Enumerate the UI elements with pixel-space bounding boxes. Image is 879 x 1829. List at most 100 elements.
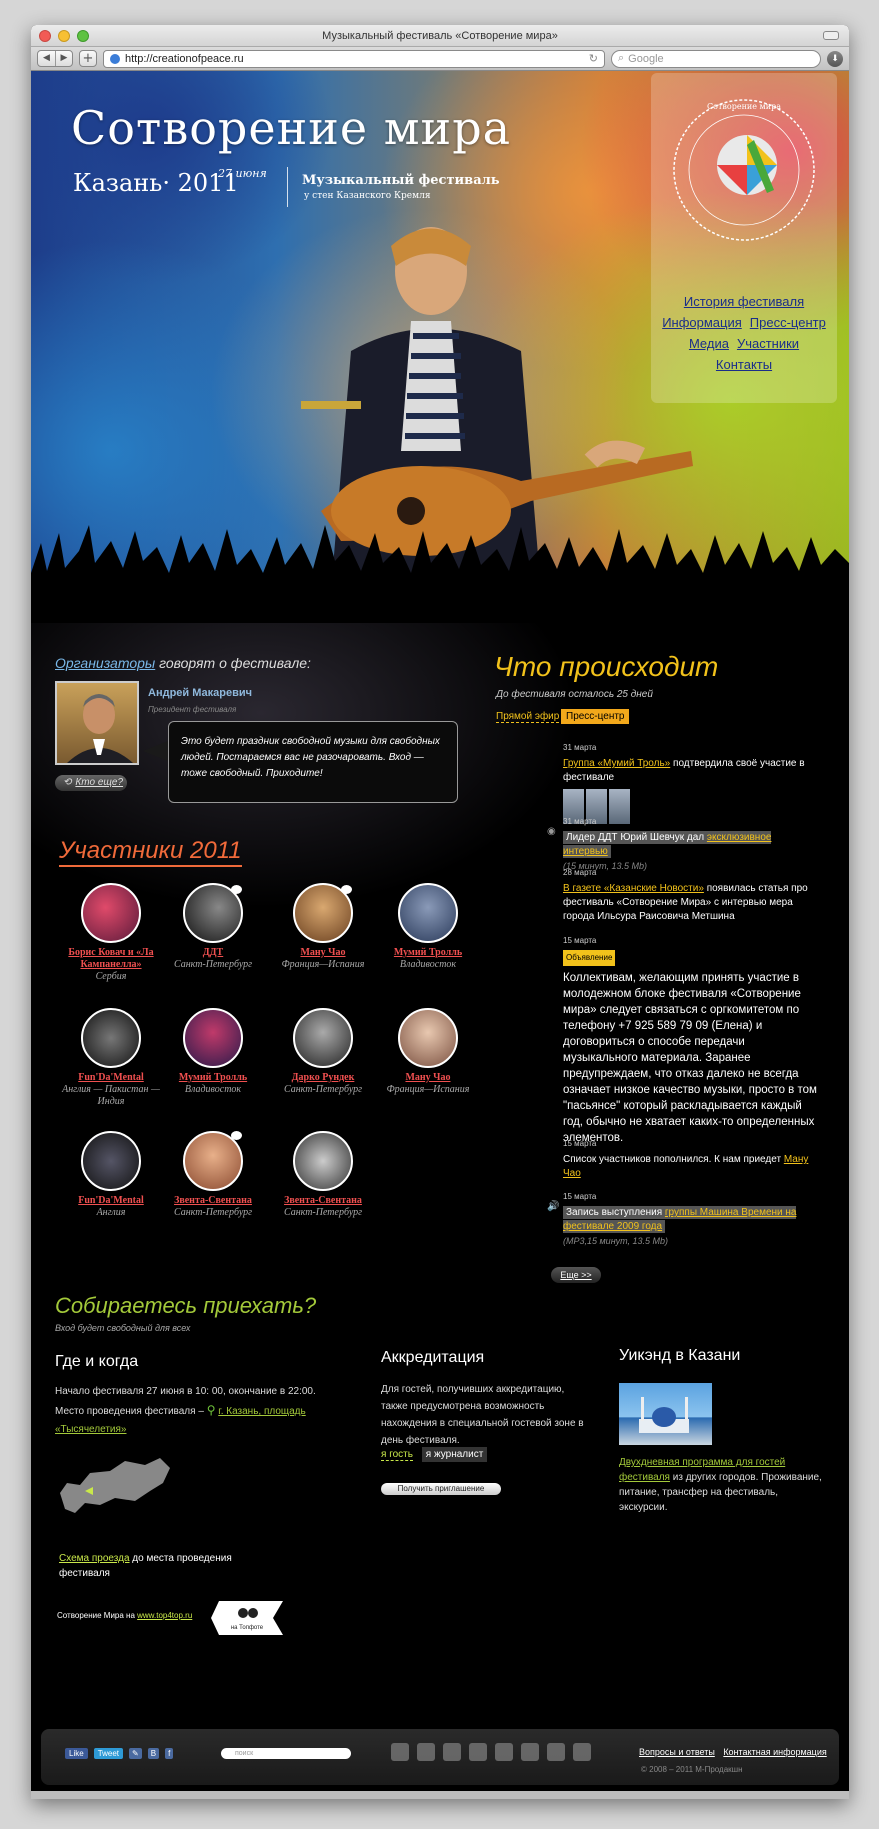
artist-name[interactable]: Мумий Тролль bbox=[163, 1072, 263, 1084]
comment-bubble-icon[interactable] bbox=[231, 1131, 242, 1140]
livejournal-icon[interactable]: ✎ bbox=[129, 1748, 142, 1759]
tab-press[interactable]: Пресс-центр bbox=[561, 709, 630, 724]
window-title: Музыкальный фестиваль «Сотворение мира» bbox=[322, 30, 558, 42]
visit-title: Собираетесь приехать? bbox=[55, 1293, 317, 1318]
artist-photo bbox=[81, 1131, 141, 1191]
artist-card[interactable]: Звента-Свентана Санкт-Петербург bbox=[273, 1131, 373, 1219]
artist-card[interactable]: ДДТ Санкт-Петербург bbox=[163, 883, 263, 971]
more-organizers-button[interactable]: ⟲ Кто еще? bbox=[55, 775, 127, 791]
eye-icon: ◉ bbox=[547, 826, 556, 837]
festival-logo: Сотворение мира bbox=[673, 99, 815, 241]
sponsor-logo[interactable] bbox=[443, 1743, 461, 1761]
more-news-button[interactable]: Еще >> bbox=[551, 1267, 601, 1283]
sponsor-logo[interactable] bbox=[391, 1743, 409, 1761]
address-bar[interactable]: http://creationofpeace.ru ↻ bbox=[103, 49, 605, 68]
artist-name[interactable]: ДДТ bbox=[163, 947, 263, 959]
main-navigation-panel: Сотворение мира История фестиваля Информ… bbox=[651, 73, 837, 403]
participants-title[interactable]: Участники 2011 bbox=[59, 837, 242, 867]
browser-window: Музыкальный фестиваль «Сотворение мира» … bbox=[31, 25, 849, 1799]
facebook-icon[interactable]: f bbox=[165, 1748, 174, 1759]
news-link[interactable]: Группа «Мумий Троль» bbox=[563, 758, 670, 769]
artist-name[interactable]: Fun'Da'Mental bbox=[61, 1195, 161, 1207]
nav-participants[interactable]: Участники bbox=[737, 336, 799, 351]
back-button[interactable]: ◀ bbox=[38, 51, 55, 66]
announcement-tag: Объявление bbox=[563, 950, 616, 966]
accreditation-heading: Аккредитация bbox=[381, 1349, 485, 1366]
sponsor-logo[interactable] bbox=[417, 1743, 435, 1761]
artist-name[interactable]: Борис Ковач и «Ла Кампанелла» bbox=[61, 947, 161, 971]
directions-text: Схема проезда до места проведения фестив… bbox=[59, 1551, 239, 1581]
add-bookmark-button[interactable]: + bbox=[79, 50, 97, 67]
reload-icon[interactable]: ↻ bbox=[589, 52, 598, 65]
nav-media[interactable]: Медиа bbox=[689, 336, 729, 351]
artist-card[interactable]: Ману Чао Франция—Испания bbox=[378, 1008, 478, 1096]
russia-map[interactable] bbox=[55, 1443, 175, 1523]
nav-history[interactable]: История фестиваля bbox=[684, 294, 804, 309]
artist-name[interactable]: Мумий Тролль bbox=[378, 947, 478, 959]
facebook-like-button[interactable]: Like bbox=[65, 1748, 88, 1759]
contact-info-link[interactable]: Контактная информация bbox=[723, 1747, 826, 1757]
artist-photo bbox=[398, 883, 458, 943]
site-search-input[interactable]: поиск bbox=[221, 1748, 351, 1759]
artist-name[interactable]: Звента-Свентана bbox=[273, 1195, 373, 1207]
browser-search-placeholder: Google bbox=[628, 52, 664, 65]
news-text: Список участников пополнился. К нам прие… bbox=[563, 1154, 784, 1165]
artist-name[interactable]: Fun'Da'Mental bbox=[61, 1072, 161, 1084]
nav-contacts[interactable]: Контакты bbox=[716, 357, 772, 372]
zoom-window-button[interactable] bbox=[77, 30, 89, 42]
artist-card[interactable]: Fun'Da'Mental Англия — Пакистан — Индия bbox=[61, 1008, 161, 1108]
top4top-badge[interactable]: на Топфоте bbox=[211, 1601, 283, 1635]
downloads-icon[interactable]: ⬇ bbox=[827, 50, 843, 67]
countdown-text: До фестиваля осталось 25 дней bbox=[496, 689, 653, 700]
toolbar-toggle-button[interactable] bbox=[823, 31, 839, 40]
news-link[interactable]: В газете «Казанские Новости» bbox=[563, 883, 704, 894]
artist-card[interactable]: Борис Ковач и «Ла Кампанелла» Сербия bbox=[61, 883, 161, 983]
nav-links: История фестиваля Информация Пресс-центр … bbox=[651, 291, 837, 375]
vkontakte-icon[interactable]: В bbox=[147, 1748, 160, 1759]
forward-button[interactable]: ▶ bbox=[55, 51, 72, 66]
close-window-button[interactable] bbox=[39, 30, 51, 42]
comment-bubble-icon[interactable] bbox=[231, 885, 242, 894]
sponsor-logo[interactable] bbox=[495, 1743, 513, 1761]
horizontal-scrollbar[interactable] bbox=[31, 1791, 849, 1799]
nav-press[interactable]: Пресс-центр bbox=[750, 315, 826, 330]
faq-link[interactable]: Вопросы и ответы bbox=[639, 1747, 715, 1757]
speaker-icon: 🔊 bbox=[547, 1201, 560, 1212]
comment-bubble-icon[interactable] bbox=[341, 885, 352, 894]
get-invite-button[interactable]: Получить приглашение bbox=[381, 1483, 501, 1495]
artist-name[interactable]: Дарко Рундек bbox=[273, 1072, 373, 1084]
nav-info[interactable]: Информация bbox=[662, 315, 742, 330]
artist-name[interactable]: Звента-Свентана bbox=[163, 1195, 263, 1207]
sponsor-logo[interactable] bbox=[573, 1743, 591, 1761]
organizers-link[interactable]: Организаторы bbox=[55, 655, 155, 671]
tab-live[interactable]: Прямой эфир bbox=[496, 711, 560, 723]
artist-card[interactable]: Fun'Da'Mental Англия bbox=[61, 1131, 161, 1219]
artist-card[interactable]: Дарко Рундек Санкт-Петербург bbox=[273, 1008, 373, 1096]
svg-text:Сотворение мира: Сотворение мира bbox=[707, 102, 781, 111]
sponsor-logo[interactable] bbox=[469, 1743, 487, 1761]
guest-option[interactable]: я гость bbox=[381, 1449, 413, 1461]
top4top-link[interactable]: www.top4top.ru bbox=[137, 1611, 192, 1620]
news-item: 15 марта Объявление Коллективам, желающи… bbox=[563, 934, 818, 1146]
main-content: Организаторы говорят о фестивале: Андрей… bbox=[31, 623, 849, 1767]
artist-card[interactable]: Ману Чао Франция—Испания bbox=[273, 883, 373, 971]
news-item: 15 марта Запись выступления группы Машин… bbox=[563, 1190, 818, 1248]
president-name[interactable]: Андрей Макаревич bbox=[148, 687, 252, 699]
artist-city: Сербия bbox=[95, 971, 127, 982]
news-date: 28 марта bbox=[563, 868, 597, 877]
artist-card[interactable]: Звента-Свентана Санкт-Петербург bbox=[163, 1131, 263, 1219]
minimize-window-button[interactable] bbox=[58, 30, 70, 42]
browser-search-input[interactable]: ⌕ Google bbox=[611, 49, 821, 68]
artist-name[interactable]: Ману Чао bbox=[273, 947, 373, 959]
kazan-photo[interactable] bbox=[619, 1383, 712, 1445]
artist-card[interactable]: Мумий Тролль Владивосток bbox=[163, 1008, 263, 1096]
artist-card[interactable]: Мумий Тролль Владивосток bbox=[378, 883, 478, 971]
news-item: 28 марта В газете «Казанские Новости» по… bbox=[563, 866, 818, 924]
tweet-button[interactable]: Tweet bbox=[93, 1748, 124, 1759]
sponsor-logo[interactable] bbox=[521, 1743, 539, 1761]
artist-name[interactable]: Ману Чао bbox=[378, 1072, 478, 1084]
journalist-option[interactable]: я журналист bbox=[421, 1447, 488, 1462]
directions-link[interactable]: Схема проезда bbox=[59, 1553, 130, 1564]
sponsor-logo[interactable] bbox=[547, 1743, 565, 1761]
artist-city: Франция—Испания bbox=[386, 1084, 470, 1095]
